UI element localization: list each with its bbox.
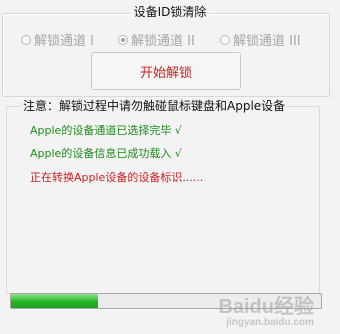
radio-channel-2[interactable]: 解锁通道 II bbox=[118, 30, 195, 49]
start-unlock-button[interactable]: 开始解锁 bbox=[91, 52, 241, 90]
log-line: 正在转换Apple设备的设备标识...... bbox=[30, 171, 204, 184]
dialog-title: 设备ID锁清除 bbox=[130, 5, 210, 19]
watermark-url: jingyan.baidu.com bbox=[226, 317, 314, 328]
radio-label: 解锁通道 II bbox=[131, 34, 195, 49]
group-title: 设备ID锁清除 bbox=[0, 3, 340, 20]
log-line: Apple的设备通道已选择完毕 √ bbox=[30, 124, 182, 137]
progress-fill bbox=[11, 294, 98, 308]
radio-label: 解锁通道 I bbox=[34, 34, 94, 49]
dialog-panel: 设备ID锁清除 解锁通道 I 解锁通道 II 解锁通道 III 开始解锁 注意：… bbox=[0, 0, 340, 334]
channel-radio-group: 解锁通道 I 解锁通道 II 解锁通道 III bbox=[0, 30, 340, 50]
log-line: Apple的设备信息已成功载入 √ bbox=[30, 147, 182, 160]
radio-channel-3[interactable]: 解锁通道 III bbox=[220, 30, 301, 49]
radio-dot-icon bbox=[118, 34, 128, 45]
radio-label: 解锁通道 III bbox=[233, 34, 301, 49]
progress-bar bbox=[10, 293, 322, 309]
radio-dot-icon bbox=[21, 34, 31, 45]
radio-channel-1[interactable]: 解锁通道 I bbox=[21, 30, 94, 49]
notice-label: 注意：解锁过程中请勿触碰鼠标键盘和Apple设备 bbox=[21, 97, 288, 114]
radio-dot-icon bbox=[220, 34, 230, 45]
